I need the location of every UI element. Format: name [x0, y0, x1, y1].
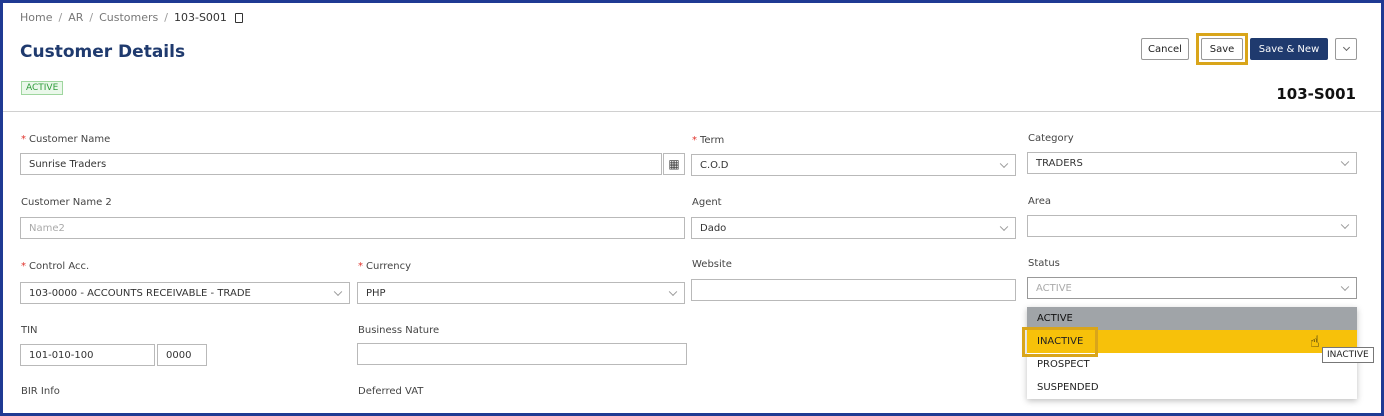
save-button[interactable]: Save: [1201, 38, 1243, 60]
agent-select[interactable]: Dado: [691, 217, 1016, 239]
breadcrumb-customers[interactable]: Customers: [99, 11, 158, 24]
copy-icon[interactable]: [234, 12, 243, 23]
more-actions-button[interactable]: [1335, 38, 1357, 60]
agent-label: Agent: [692, 197, 722, 208]
breadcrumb: Home / AR / Customers / 103-S001: [20, 11, 243, 24]
currency-label: * Currency: [358, 261, 412, 272]
control-acc-select[interactable]: 103-0000 - ACCOUNTS RECEIVABLE - TRADE: [20, 282, 350, 304]
customer-name2-label: Customer Name 2: [21, 197, 112, 208]
customer-name-label: * Customer Name: [21, 134, 111, 145]
chevron-down-icon: [999, 159, 1009, 169]
breadcrumb-separator: /: [58, 11, 63, 24]
deferred-vat-label: Deferred VAT: [358, 386, 424, 397]
hand-pointer-icon: ☝: [1310, 332, 1320, 351]
cancel-button[interactable]: Cancel: [1141, 38, 1189, 60]
business-nature-label: Business Nature: [358, 325, 440, 336]
area-label: Area: [1028, 196, 1052, 207]
breadcrumb-separator: /: [89, 11, 94, 24]
website-input[interactable]: [691, 279, 1016, 301]
chevron-down-icon: [1340, 282, 1350, 292]
chevron-down-icon: [1340, 157, 1350, 167]
chevron-down-icon: [999, 222, 1009, 232]
breadcrumb-current: 103-S001: [173, 11, 227, 24]
chevron-down-icon: [333, 287, 343, 297]
category-select[interactable]: TRADERS: [1027, 152, 1357, 174]
term-select[interactable]: C.O.D: [691, 154, 1016, 176]
customer-name-input[interactable]: Sunrise Traders: [20, 153, 662, 175]
area-select[interactable]: [1027, 215, 1357, 237]
breadcrumb-separator: /: [164, 11, 168, 24]
business-nature-input[interactable]: [357, 343, 687, 365]
breadcrumb-home[interactable]: Home: [20, 11, 52, 24]
chevron-down-icon: [1340, 220, 1350, 230]
status-label: Status: [1028, 258, 1060, 269]
tin-input[interactable]: 101-010-100: [20, 344, 155, 366]
bir-info-label: BIR Info: [21, 386, 60, 397]
document-number: 103-S001: [1276, 85, 1356, 103]
breadcrumb-ar[interactable]: AR: [68, 11, 83, 24]
currency-select[interactable]: PHP: [357, 282, 685, 304]
status-option-suspended[interactable]: SUSPENDED: [1027, 376, 1357, 399]
header-divider: [3, 111, 1381, 112]
website-label: Website: [692, 259, 732, 270]
tin-branch-input[interactable]: 0000: [157, 344, 207, 366]
control-acc-label: * Control Acc.: [21, 261, 90, 272]
chevron-down-icon: [668, 287, 678, 297]
status-select[interactable]: ACTIVE: [1027, 277, 1357, 299]
qr-code-icon[interactable]: ▦: [663, 153, 685, 175]
tin-label: TIN: [21, 325, 38, 336]
status-badge: ACTIVE: [21, 81, 64, 95]
customer-name2-input[interactable]: Name2: [20, 217, 685, 239]
category-label: Category: [1028, 133, 1074, 144]
term-label: * Term: [692, 135, 725, 146]
tooltip: INACTIVE: [1322, 347, 1374, 363]
chevron-down-icon: [1342, 43, 1350, 51]
page-title: Customer Details: [20, 42, 186, 62]
inactive-option-highlight: [1022, 327, 1098, 357]
save-and-new-button[interactable]: Save & New: [1250, 38, 1328, 60]
